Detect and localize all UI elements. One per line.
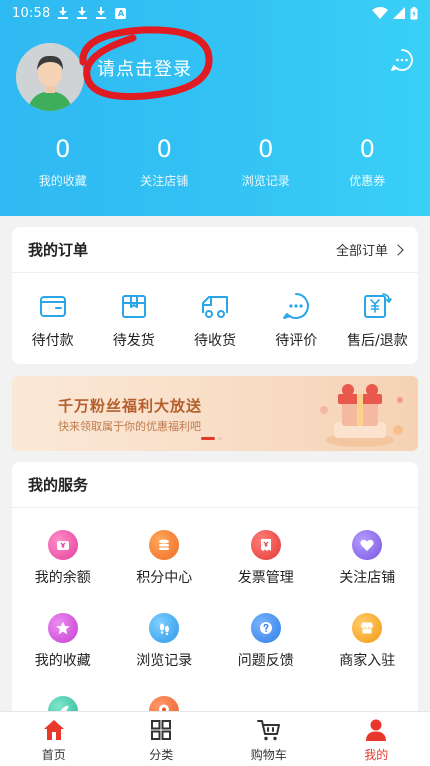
service-balance[interactable]: 我的余额 [12, 530, 114, 587]
service-label: 关注店铺 [339, 570, 396, 586]
tab-label: 分类 [149, 748, 174, 762]
order-label: 待发货 [112, 333, 155, 349]
gift-illustration [320, 384, 403, 447]
star-icon [47, 613, 78, 643]
refund-icon [364, 293, 393, 318]
tab-label: 我的 [364, 748, 389, 762]
service-label: 商家入驻 [339, 653, 396, 669]
order-label: 待付款 [31, 333, 74, 349]
heart-icon [352, 530, 383, 560]
grid-icon [151, 720, 172, 740]
service-label: 积分中心 [136, 570, 193, 586]
yen-wallet-icon [47, 530, 78, 560]
all-orders-label: 全部订单 [335, 244, 388, 259]
box-icon [121, 295, 146, 318]
home-icon [43, 720, 64, 740]
tab-home[interactable]: 首页 [0, 712, 108, 766]
services-card: 我的服务 我的余额 积分中心 发票管理 关注店铺 我的收藏 浏览记录 问题反馈 … [12, 462, 419, 726]
truck-icon [202, 296, 228, 318]
banner-dot [218, 437, 222, 440]
orders-card: 我的订单 全部订单 待付款 待发货 待收货 待评价 售后/退款 [12, 227, 418, 364]
download-icon [96, 7, 107, 19]
footprint-icon [149, 613, 180, 643]
signal-icon [393, 7, 405, 19]
download-icon [77, 7, 88, 19]
service-merchant-join[interactable]: 商家入驻 [317, 613, 419, 670]
shop-icon [352, 613, 383, 643]
order-label: 待评价 [275, 333, 318, 349]
invoice-icon [250, 530, 281, 560]
tab-label: 首页 [41, 748, 66, 762]
stat-coupons[interactable]: 0 优惠券 [317, 134, 419, 189]
tab-cart[interactable]: 购物车 [215, 712, 323, 766]
battery-icon [410, 6, 418, 19]
tab-mine[interactable]: 我的 [323, 712, 430, 766]
service-invoice[interactable]: 发票管理 [215, 530, 317, 587]
stat-favorites[interactable]: 0 我的收藏 [12, 134, 114, 189]
stat-value: 0 [55, 135, 71, 163]
tab-label: 购物车 [250, 748, 287, 762]
banner-dot-active [201, 437, 215, 440]
banner-subline: 快来领取属于你的优惠福利吧 [58, 420, 201, 433]
service-label: 浏览记录 [136, 653, 193, 669]
login-prompt[interactable]: 请点击登录 [97, 55, 192, 81]
order-pending-receipt[interactable]: 待收货 [174, 291, 255, 350]
stat-value: 0 [359, 135, 375, 163]
stat-label: 浏览记录 [241, 174, 290, 188]
banner-headline: 千万粉丝福利大放送 [58, 397, 203, 415]
status-time: 10:58 [12, 5, 51, 21]
service-label: 问题反馈 [237, 653, 294, 669]
service-favorites[interactable]: 我的收藏 [12, 613, 114, 670]
message-icon[interactable] [390, 48, 414, 72]
bottom-tab-bar: 首页 分类 购物车 我的 [0, 711, 430, 766]
service-label: 发票管理 [237, 570, 294, 586]
profile-header: 10:58 A 请点击登录 0 我的收藏 0 关注店铺 0 浏览记录 0 优惠券 [0, 0, 430, 216]
coins-icon [149, 530, 180, 560]
status-bar: 10:58 A [0, 0, 430, 26]
order-pending-review[interactable]: 待评价 [256, 291, 337, 350]
cart-icon [256, 720, 280, 741]
order-label: 售后/退款 [347, 333, 408, 349]
service-feedback[interactable]: 问题反馈 [215, 613, 317, 670]
order-after-sales[interactable]: 售后/退款 [337, 291, 418, 350]
wallet-icon [39, 296, 66, 317]
orders-title: 我的订单 [28, 241, 89, 259]
stat-label: 关注店铺 [140, 174, 189, 188]
stat-value: 0 [258, 135, 274, 163]
service-followed-shops[interactable]: 关注店铺 [317, 530, 419, 587]
stats-row: 0 我的收藏 0 关注店铺 0 浏览记录 0 优惠券 [12, 134, 418, 189]
chat-dots-icon [283, 293, 310, 319]
promo-banner[interactable]: 千万粉丝福利大放送 快来领取属于你的优惠福利吧 [12, 376, 418, 451]
notification-a-icon: A [115, 7, 127, 19]
service-label: 我的余额 [34, 570, 91, 586]
services-title: 我的服务 [28, 476, 89, 494]
service-history[interactable]: 浏览记录 [114, 613, 216, 670]
stat-value: 0 [156, 135, 172, 163]
all-orders-link[interactable]: 全部订单 [335, 240, 404, 259]
order-pending-payment[interactable]: 待付款 [12, 291, 93, 350]
service-label: 我的收藏 [34, 653, 91, 669]
stat-label: 优惠券 [349, 174, 386, 188]
stat-followed-shops[interactable]: 0 关注店铺 [114, 134, 216, 189]
chevron-right-icon [392, 243, 404, 256]
tab-category[interactable]: 分类 [108, 712, 216, 766]
stat-label: 我的收藏 [38, 174, 87, 188]
order-pending-shipment[interactable]: 待发货 [93, 291, 174, 350]
order-label: 待收货 [194, 333, 236, 349]
service-points[interactable]: 积分中心 [114, 530, 216, 587]
question-icon [250, 613, 281, 643]
download-icon [58, 7, 69, 19]
wifi-icon [372, 7, 388, 19]
stat-history[interactable]: 0 浏览记录 [215, 134, 317, 189]
banner-pagination [201, 437, 222, 440]
user-icon [366, 719, 387, 741]
